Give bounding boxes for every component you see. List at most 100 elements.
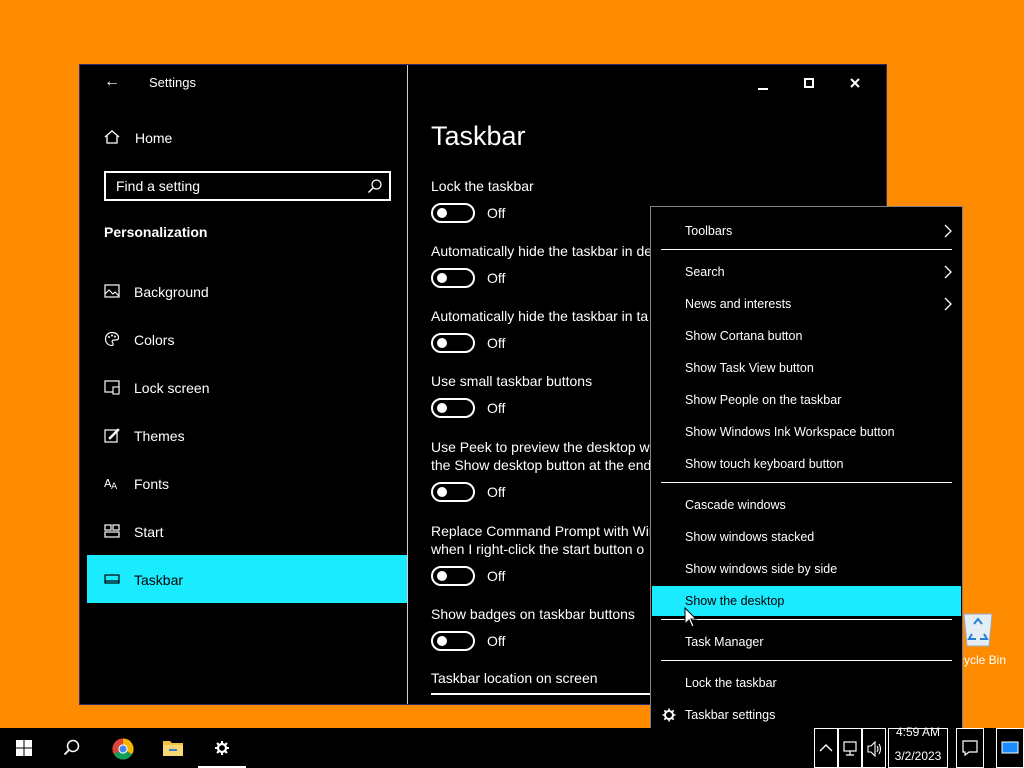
menu-item-task-view[interactable]: Show Task View button xyxy=(652,353,961,383)
notifications-button[interactable] xyxy=(956,728,984,768)
toggle-switch[interactable] xyxy=(431,333,475,353)
sidebar-item-label: Start xyxy=(134,524,164,540)
show-hidden-icons[interactable] xyxy=(814,728,838,768)
taskbar-context-menu: Toolbars Search News and interests Show … xyxy=(650,206,963,740)
section-title: Personalization xyxy=(104,224,208,240)
menu-item-label: Show People on the taskbar xyxy=(685,393,842,407)
search-icon xyxy=(367,179,382,194)
clock[interactable]: 4:59 AM 3/2/2023 xyxy=(888,725,948,768)
menu-item-label: Show Task View button xyxy=(685,361,814,375)
menu-item-touch-keyboard[interactable]: Show touch keyboard button xyxy=(652,449,961,479)
menu-item-side-by-side[interactable]: Show windows side by side xyxy=(652,554,961,584)
toggle-switch[interactable] xyxy=(431,398,475,418)
start-icon xyxy=(104,524,120,538)
menu-item-task-manager[interactable]: Task Manager xyxy=(652,627,961,657)
sidebar-item-label: Fonts xyxy=(134,476,170,492)
themes-icon xyxy=(104,428,120,443)
menu-item-label: Toolbars xyxy=(685,224,733,238)
file-explorer-button[interactable] xyxy=(148,728,196,768)
menu-item-search[interactable]: Search xyxy=(652,257,961,287)
sidebar-item-label: Background xyxy=(134,284,209,300)
page-title: Taskbar xyxy=(431,121,526,151)
start-button[interactable] xyxy=(0,728,48,768)
app-title: Settings xyxy=(149,75,196,90)
toggle-state: Off xyxy=(487,205,506,221)
menu-item-lock-taskbar[interactable]: Lock the taskbar xyxy=(652,668,961,698)
menu-item-toolbars[interactable]: Toolbars xyxy=(652,216,961,246)
gear-icon xyxy=(662,708,676,722)
menu-item-show-desktop[interactable]: Show the desktop xyxy=(652,586,961,616)
menu-item-cortana[interactable]: Show Cortana button xyxy=(652,321,961,351)
setting-title: Lock the taskbar xyxy=(431,178,534,194)
search-button[interactable] xyxy=(48,728,96,768)
clock-date: 3/2/2023 xyxy=(894,749,942,763)
menu-separator xyxy=(661,249,952,250)
toggle-switch[interactable] xyxy=(431,203,475,223)
menu-item-label: Taskbar settings xyxy=(685,708,776,722)
location-label: Taskbar location on screen xyxy=(431,670,598,686)
search-input[interactable]: Find a setting xyxy=(104,171,391,201)
sidebar-item-background[interactable]: Background xyxy=(87,267,407,315)
chrome-button[interactable] xyxy=(98,728,146,768)
recycle-bin-icon xyxy=(963,613,993,647)
menu-item-cascade[interactable]: Cascade windows xyxy=(652,490,961,520)
home-icon xyxy=(104,130,120,144)
show-desktop-tray[interactable] xyxy=(996,728,1024,768)
sidebar-item-lock-screen[interactable]: Lock screen xyxy=(87,363,407,411)
menu-item-label: Lock the taskbar xyxy=(685,676,777,690)
sidebar-item-themes[interactable]: Themes xyxy=(87,411,407,459)
menu-separator xyxy=(661,619,952,620)
close-icon[interactable] xyxy=(845,73,865,93)
clock-time: 4:59 AM xyxy=(895,725,941,739)
chrome-icon xyxy=(112,738,134,760)
speaker-icon xyxy=(867,740,882,758)
home-link[interactable]: Home xyxy=(104,127,384,149)
chevron-right-icon xyxy=(944,265,952,279)
toggle-switch[interactable] xyxy=(431,631,475,651)
home-label: Home xyxy=(135,130,173,146)
toggle-switch[interactable] xyxy=(431,566,475,586)
sidebar-item-label: Themes xyxy=(134,428,185,444)
menu-item-news[interactable]: News and interests xyxy=(652,289,961,319)
menu-item-label: Show windows side by side xyxy=(685,562,838,576)
windows-logo-icon xyxy=(16,740,32,756)
toggle-state: Off xyxy=(487,633,506,649)
palette-icon xyxy=(104,331,120,347)
volume-tray[interactable] xyxy=(862,728,886,768)
chevron-right-icon xyxy=(944,224,952,238)
toggle-switch[interactable] xyxy=(431,482,475,502)
title-bar: ← Settings xyxy=(80,65,408,99)
toggle-state: Off xyxy=(487,270,506,286)
menu-item-stacked[interactable]: Show windows stacked xyxy=(652,522,961,552)
minimize-icon[interactable] xyxy=(753,73,773,93)
search-icon xyxy=(63,739,80,756)
menu-item-label: Cascade windows xyxy=(685,498,786,512)
menu-separator xyxy=(661,660,952,661)
svg-text:A: A xyxy=(111,482,118,491)
network-tray[interactable] xyxy=(838,728,862,768)
network-icon xyxy=(843,741,857,756)
sidebar-item-taskbar[interactable]: Taskbar xyxy=(87,555,407,603)
toggle-state: Off xyxy=(487,484,506,500)
sidebar-item-label: Colors xyxy=(134,332,175,348)
notification-icon xyxy=(962,740,978,757)
image-icon xyxy=(104,284,120,298)
location-dropdown[interactable] xyxy=(431,693,671,697)
menu-item-label: Task Manager xyxy=(685,635,764,649)
toggle-switch[interactable] xyxy=(431,268,475,288)
menu-item-label: Show the desktop xyxy=(685,594,785,608)
sidebar-item-label: Taskbar xyxy=(134,572,184,588)
menu-item-label: Show Windows Ink Workspace button xyxy=(685,425,895,439)
sidebar-item-fonts[interactable]: A A Fonts xyxy=(87,459,407,507)
back-arrow-icon[interactable]: ← xyxy=(104,73,120,91)
menu-separator xyxy=(661,482,952,483)
sidebar-item-colors[interactable]: Colors xyxy=(87,315,407,363)
recycle-bin-label: cycle Bin xyxy=(958,653,1007,667)
maximize-icon[interactable] xyxy=(799,73,819,93)
menu-item-ink-workspace[interactable]: Show Windows Ink Workspace button xyxy=(652,417,961,447)
settings-taskbar-button[interactable] xyxy=(198,728,246,768)
sidebar-item-start[interactable]: Start xyxy=(87,507,407,555)
menu-item-label: Show windows stacked xyxy=(685,530,815,544)
menu-item-people[interactable]: Show People on the taskbar xyxy=(652,385,961,415)
fonts-icon: A A xyxy=(104,477,118,491)
